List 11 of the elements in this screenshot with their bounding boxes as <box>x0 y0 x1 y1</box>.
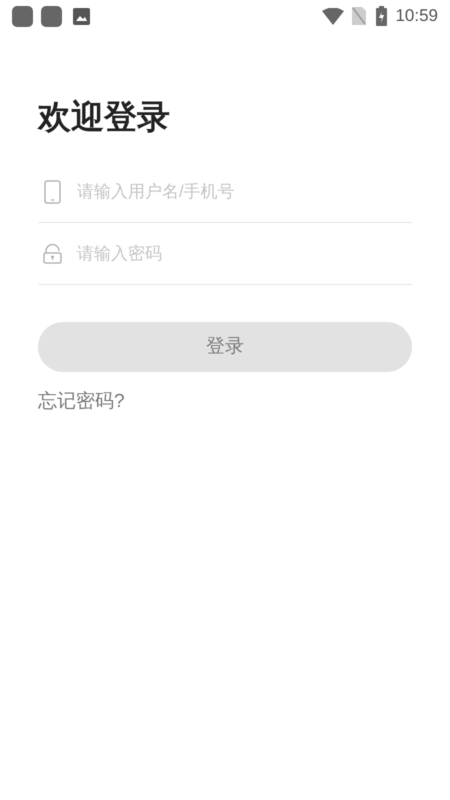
image-icon <box>73 8 90 24</box>
page-title: 欢迎登录 <box>38 97 171 137</box>
wifi-icon <box>322 8 344 24</box>
lock-icon <box>42 244 62 264</box>
battery-icon <box>376 6 388 26</box>
password-field[interactable]: 请输入密码 <box>77 234 412 274</box>
no-sim-icon <box>352 7 366 25</box>
phone-icon <box>44 180 60 204</box>
username-field[interactable]: 请输入用户名/手机号 <box>77 172 412 212</box>
clock-time: 10:59 <box>395 5 438 28</box>
forgot-password-link[interactable]: 忘记密码? <box>38 388 125 416</box>
